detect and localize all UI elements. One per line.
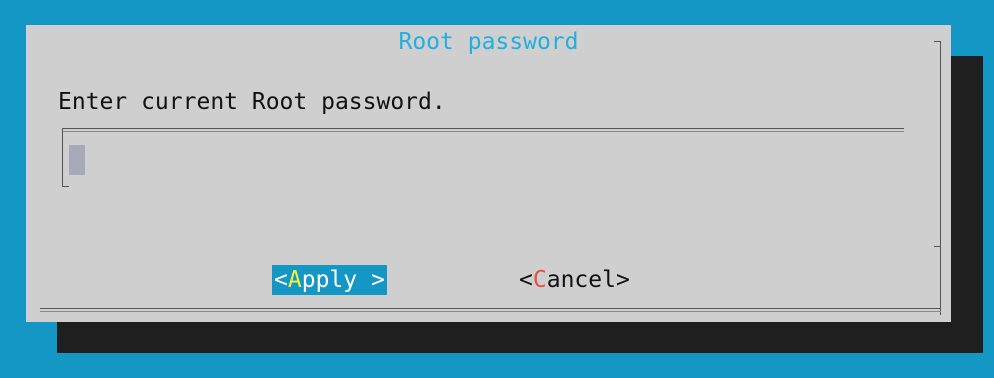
dialog-frame-bottom [40,308,941,309]
dialog-frame-right [940,41,941,315]
dialog-frame-bottom-shade [40,311,941,312]
dialog-frame-corner [934,41,941,42]
password-prompt: Enter current Root password. [58,89,446,115]
apply-button-open: < [274,267,288,293]
input-border-left [62,128,63,186]
cancel-button-label: ancel [546,267,616,293]
cancel-button[interactable]: <Cancel> [519,265,630,295]
apply-button-close: > [357,267,385,293]
dialog-title: Root password [398,29,579,55]
root-password-dialog: Root password Enter current Root passwor… [26,25,951,322]
cancel-button-hotkey: C [532,267,547,293]
dialog-frame-separator [934,246,941,247]
apply-button[interactable]: <Apply > [272,265,387,295]
apply-button-label: pply [301,267,358,293]
cancel-button-open: < [519,267,533,293]
cancel-button-close: > [615,267,630,293]
password-input[interactable] [68,140,908,174]
input-border-top [62,128,904,129]
apply-button-hotkey: A [287,267,302,293]
input-border-top-shade [62,131,904,132]
password-input-box[interactable] [62,128,908,187]
input-border-corner [62,186,69,187]
